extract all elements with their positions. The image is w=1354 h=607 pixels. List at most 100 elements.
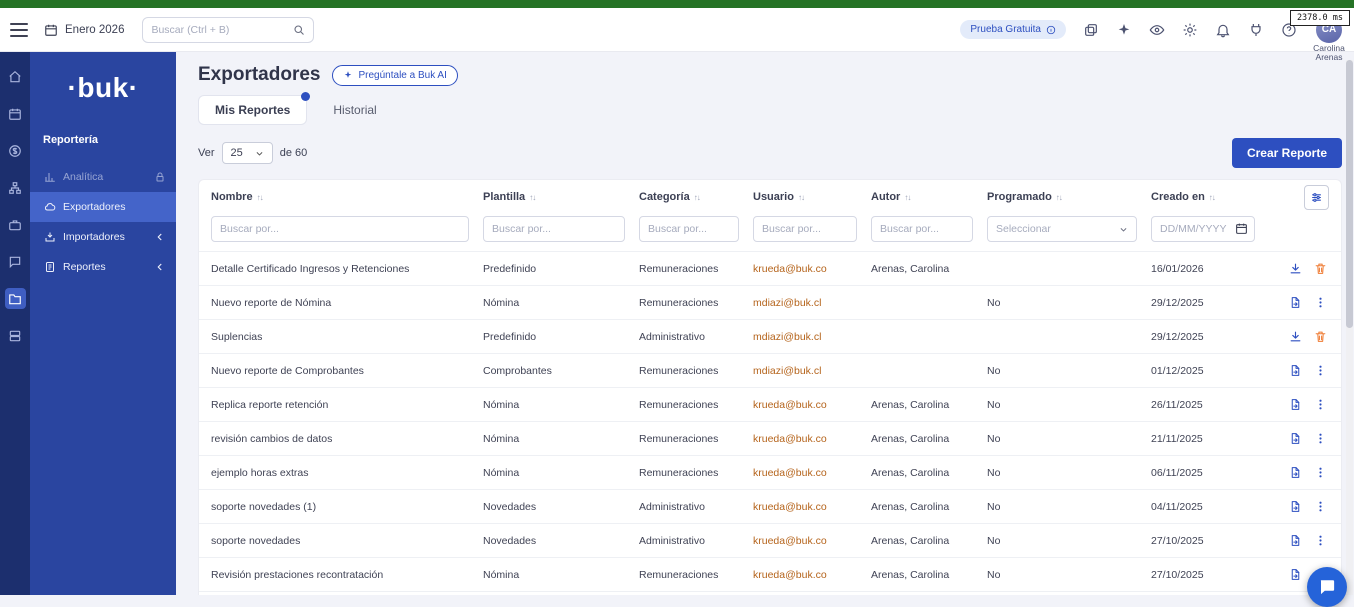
export-icon[interactable] <box>1289 432 1302 445</box>
cell-programado: No <box>987 297 1151 309</box>
tab-label: Mis Reportes <box>215 103 290 117</box>
cell-autor: Arenas, Carolina <box>871 433 987 445</box>
table-header-row: Nombre↑↓ Plantilla↑↓ Categoría↑↓ Usuario… <box>199 180 1341 214</box>
cell-creado-en: 06/11/2025 <box>1151 467 1281 479</box>
kebab-menu-icon[interactable] <box>1314 398 1327 411</box>
page-title: Exportadores <box>198 64 320 86</box>
cell-usuario-link[interactable]: krueda@buk.co <box>753 467 827 479</box>
tab-mis-reportes[interactable]: Mis Reportes <box>198 95 307 125</box>
trial-badge[interactable]: Prueba Gratuita <box>960 20 1066 39</box>
cell-creado-en: 26/11/2025 <box>1151 399 1281 411</box>
sidebar-item-analitica[interactable]: Analítica <box>30 162 176 192</box>
integrations-plug-icon[interactable] <box>1248 22 1264 38</box>
export-icon[interactable] <box>1289 534 1302 547</box>
cell-programado: No <box>987 569 1151 581</box>
chat-icon[interactable] <box>5 251 26 272</box>
buk-logo: ·buk· <box>30 72 176 104</box>
cell-nombre: Revisión prestaciones recontratación <box>211 569 483 581</box>
chevron-down-icon <box>255 149 264 158</box>
sort-icon[interactable]: ↑↓ <box>694 193 700 202</box>
payroll-money-icon[interactable] <box>5 140 26 161</box>
cell-usuario-link[interactable]: mdiazi@buk.cl <box>753 297 821 309</box>
column-settings-button[interactable] <box>1304 185 1329 210</box>
briefcase-icon[interactable] <box>5 214 26 235</box>
sort-icon[interactable]: ↑↓ <box>904 193 910 202</box>
cell-programado: No <box>987 501 1151 513</box>
sort-icon[interactable]: ↑↓ <box>1209 193 1215 202</box>
sort-icon[interactable]: ↑↓ <box>529 193 535 202</box>
cell-nombre: Suplencias <box>211 331 483 343</box>
sidebar-item-exportadores[interactable]: Exportadores <box>30 192 176 222</box>
sidebar-item-label: Exportadores <box>63 201 125 213</box>
download-icon[interactable] <box>1289 262 1302 275</box>
sort-icon[interactable]: ↑↓ <box>798 193 804 202</box>
export-icon[interactable] <box>1289 568 1302 581</box>
cell-usuario-link[interactable]: mdiazi@buk.cl <box>753 331 821 343</box>
column-header: Categoría <box>639 191 690 203</box>
kebab-menu-icon[interactable] <box>1314 364 1327 377</box>
calendar-tasks-icon[interactable] <box>5 103 26 124</box>
windows-copy-icon[interactable] <box>1083 22 1099 38</box>
home-icon[interactable] <box>5 66 26 87</box>
page-size-select[interactable]: 25 <box>222 142 273 164</box>
sort-icon[interactable]: ↑↓ <box>1056 193 1062 202</box>
scrollbar[interactable] <box>1346 60 1353 595</box>
sparkle-icon[interactable] <box>1116 22 1132 38</box>
period-selector[interactable]: Enero 2026 <box>44 23 124 37</box>
gear-icon[interactable] <box>1182 22 1198 38</box>
sidebar-item-reportes[interactable]: Reportes <box>30 252 176 282</box>
filter-programado-select[interactable]: Seleccionar <box>987 216 1137 242</box>
cell-usuario-link[interactable]: krueda@buk.co <box>753 569 827 581</box>
hamburger-menu-icon[interactable] <box>10 23 28 37</box>
cell-plantilla: Predefinido <box>483 331 639 343</box>
search-input[interactable] <box>151 24 293 36</box>
cell-autor: Arenas, Carolina <box>871 263 987 275</box>
cell-usuario-link[interactable]: krueda@buk.co <box>753 263 827 275</box>
kebab-menu-icon[interactable] <box>1314 534 1327 547</box>
cell-usuario-link[interactable]: krueda@buk.co <box>753 433 827 445</box>
row-actions <box>1281 534 1329 547</box>
create-report-button[interactable]: Crear Reporte <box>1232 138 1342 168</box>
cell-usuario-link[interactable]: mdiazi@buk.cl <box>753 365 821 377</box>
sidebar-item-importadores[interactable]: Importadores <box>30 222 176 252</box>
export-icon[interactable] <box>1289 466 1302 479</box>
cards-icon[interactable] <box>5 325 26 346</box>
cell-usuario-link[interactable]: krueda@buk.co <box>753 535 827 547</box>
calendar-icon[interactable] <box>1235 222 1248 235</box>
trash-icon[interactable] <box>1314 330 1327 343</box>
kebab-menu-icon[interactable] <box>1314 296 1327 309</box>
cell-plantilla: Nómina <box>483 297 639 309</box>
export-icon[interactable] <box>1289 296 1302 309</box>
reports-folder-icon[interactable] <box>5 288 26 309</box>
filter-autor-input[interactable] <box>871 216 973 242</box>
buk-ai-button[interactable]: Pregúntale a Buk AI <box>332 65 457 86</box>
download-icon[interactable] <box>1289 330 1302 343</box>
export-icon[interactable] <box>1289 398 1302 411</box>
kebab-menu-icon[interactable] <box>1314 432 1327 445</box>
kebab-menu-icon[interactable] <box>1314 466 1327 479</box>
cell-usuario-link[interactable]: krueda@buk.co <box>753 399 827 411</box>
scrollbar-thumb[interactable] <box>1346 60 1353 328</box>
chat-fab-button[interactable] <box>1307 567 1347 607</box>
export-icon[interactable] <box>1289 500 1302 513</box>
filter-categoria-input[interactable] <box>639 216 739 242</box>
filter-nombre-input[interactable] <box>211 216 469 242</box>
cell-creado-en: 16/01/2026 <box>1151 263 1281 275</box>
kebab-menu-icon[interactable] <box>1314 500 1327 513</box>
bell-icon[interactable] <box>1215 22 1231 38</box>
eye-icon[interactable] <box>1149 22 1165 38</box>
global-search[interactable] <box>142 17 314 43</box>
trash-icon[interactable] <box>1314 262 1327 275</box>
cell-programado: No <box>987 433 1151 445</box>
report-doc-icon <box>44 261 56 273</box>
export-icon[interactable] <box>1289 364 1302 377</box>
cell-usuario-link[interactable]: krueda@buk.co <box>753 501 827 513</box>
row-actions <box>1281 466 1329 479</box>
sort-icon[interactable]: ↑↓ <box>257 193 263 202</box>
filter-usuario-input[interactable] <box>753 216 857 242</box>
organization-icon[interactable] <box>5 177 26 198</box>
sidebar-item-label: Importadores <box>63 231 125 243</box>
table-row: Nuevo reporte de ComprobantesComprobante… <box>199 353 1341 387</box>
filter-plantilla-input[interactable] <box>483 216 625 242</box>
tab-historial[interactable]: Historial <box>333 103 376 117</box>
